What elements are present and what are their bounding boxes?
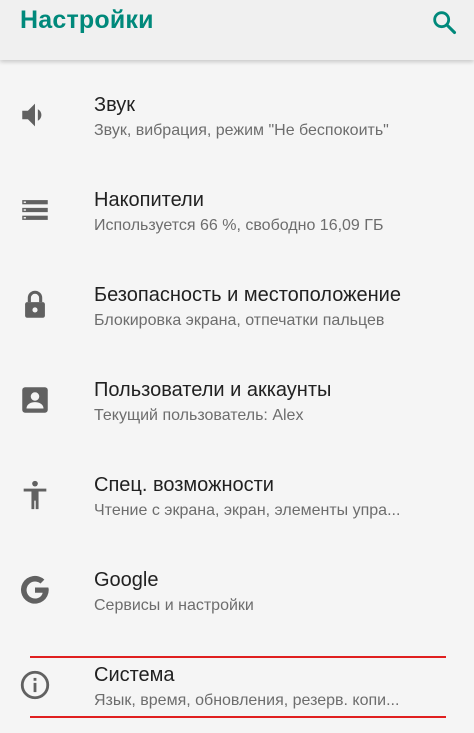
google-icon	[20, 575, 49, 604]
settings-item-title: Пользователи и аккаунты	[94, 379, 332, 401]
lock-icon	[25, 290, 45, 318]
settings-item-title: Безопасность и местоположение	[94, 284, 401, 306]
volume-icon	[22, 103, 42, 127]
info-icon	[20, 670, 50, 700]
settings-item-summary: Блокировка экрана, отпечатки пальцев	[94, 312, 385, 329]
settings-item-title: Google	[94, 569, 159, 591]
storage-icon	[22, 200, 48, 220]
account-box-icon	[22, 387, 48, 413]
settings-item-security[interactable]: Безопасность и местоположение Блокировка…	[0, 250, 474, 345]
accessibility-icon	[23, 480, 47, 510]
settings-item-title: Спец. возможности	[94, 474, 274, 496]
settings-item-google[interactable]: Google Сервисы и настройки	[0, 535, 474, 630]
app-bar: Настройки	[0, 0, 474, 60]
highlight-line-bottom	[30, 716, 446, 718]
settings-item-title: Система	[94, 664, 175, 686]
settings-item-storage[interactable]: Накопители Используется 66 %, свободно 1…	[0, 155, 474, 250]
settings-item-summary: Используется 66 %, свободно 16,09 ГБ	[94, 217, 384, 234]
settings-item-summary: Сервисы и настройки	[94, 597, 254, 614]
page-title: Настройки	[20, 6, 154, 34]
settings-item-sound[interactable]: Звук Звук, вибрация, режим "Не беспокоит…	[0, 60, 474, 155]
settings-item-accounts[interactable]: Пользователи и аккаунты Текущий пользова…	[0, 345, 474, 440]
settings-item-title: Звук	[94, 94, 136, 116]
settings-item-title: Накопители	[94, 189, 204, 211]
settings-item-summary: Язык, время, обновления, резерв. копи...	[94, 692, 449, 710]
settings-item-system[interactable]: Система Язык, время, обновления, резерв.…	[0, 630, 474, 725]
search-icon[interactable]	[430, 8, 458, 36]
settings-item-accessibility[interactable]: Спец. возможности Чтение с экрана, экран…	[0, 440, 474, 535]
settings-item-summary: Текущий пользователь: Alex	[94, 407, 304, 424]
highlight-line-top	[30, 656, 446, 658]
settings-item-summary: Чтение с экрана, экран, элементы упра...	[94, 502, 449, 520]
settings-item-summary: Звук, вибрация, режим "Не беспокоить"	[94, 122, 389, 139]
